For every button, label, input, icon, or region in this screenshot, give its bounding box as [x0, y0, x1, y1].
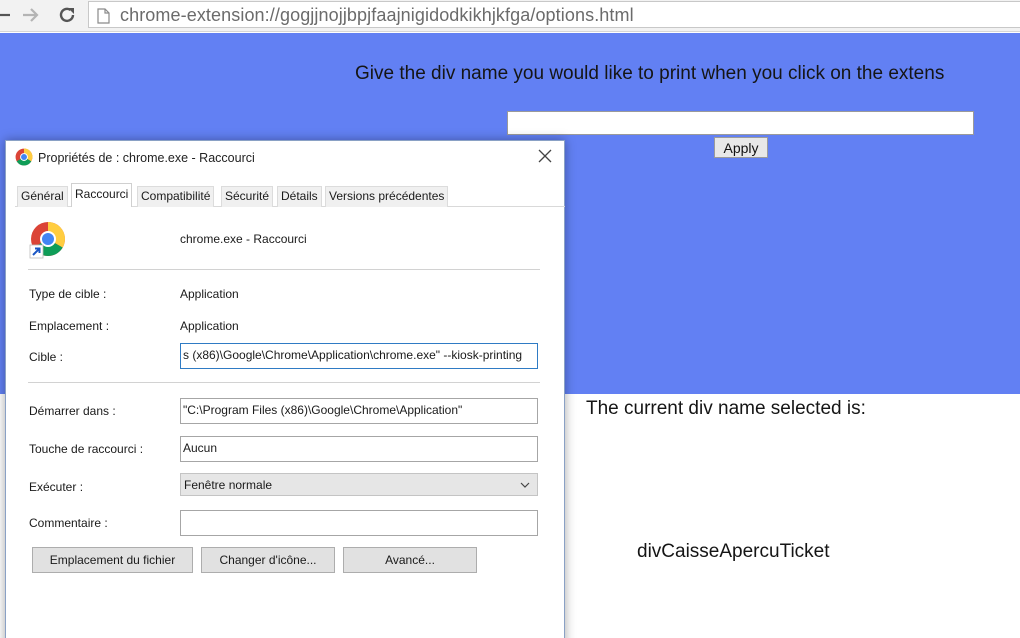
tab-raccourci[interactable]: Raccourci — [71, 183, 133, 208]
change-icon-button[interactable]: Changer d'icône... — [201, 547, 335, 573]
target-type-value: Application — [180, 287, 239, 301]
close-icon[interactable] — [537, 148, 553, 164]
apply-button[interactable]: Apply — [714, 137, 768, 158]
chrome-shortcut-icon — [29, 222, 65, 259]
divider — [28, 382, 540, 383]
location-value: Application — [180, 319, 239, 333]
shortcut-key-field[interactable]: Aucun — [180, 436, 538, 462]
dialog-title: Propriétés de : chrome.exe - Raccourci — [38, 151, 255, 165]
comment-field[interactable] — [180, 510, 538, 536]
forward-icon[interactable] — [20, 4, 42, 26]
div-name-input[interactable] — [507, 111, 974, 135]
current-div-label: The current div name selected is: — [586, 398, 866, 419]
properties-dialog: Propriétés de : chrome.exe - Raccourci G… — [5, 140, 565, 638]
comment-label: Commentaire : — [29, 516, 108, 530]
tab-general[interactable]: Général — [17, 186, 68, 207]
chevron-down-icon — [520, 482, 530, 488]
run-select[interactable]: Fenêtre normale — [180, 473, 538, 496]
url-text: chrome-extension://gogjjnojjbpjfaajnigid… — [120, 5, 634, 25]
chrome-icon — [15, 148, 33, 166]
page-icon — [97, 8, 110, 24]
divider — [28, 269, 540, 270]
browser-toolbar: chrome-extension://gogjjnojjbpjfaajnigid… — [0, 0, 1020, 32]
current-div-value: divCaisseApercuTicket — [637, 541, 830, 562]
open-file-location-button[interactable]: Emplacement du fichier — [32, 547, 193, 573]
location-label: Emplacement : — [29, 319, 110, 333]
target-label: Cible : — [29, 350, 64, 364]
shortcut-key-label: Touche de raccourci : — [29, 442, 144, 456]
options-prompt: Give the div name you would like to prin… — [355, 63, 945, 84]
shortcut-name: chrome.exe - Raccourci — [180, 232, 307, 246]
dialog-tabs: Général Raccourci Compatibilité Sécurité… — [15, 183, 565, 208]
start-in-label: Démarrer dans : — [29, 404, 116, 418]
target-field[interactable]: s (x86)\Google\Chrome\Application\chrome… — [180, 343, 538, 369]
run-label: Exécuter : — [29, 480, 84, 494]
address-bar[interactable]: chrome-extension://gogjjnojjbpjfaajnigid… — [88, 1, 1020, 28]
advanced-button[interactable]: Avancé... — [343, 547, 477, 573]
tab-compatibilite[interactable]: Compatibilité — [137, 186, 215, 207]
start-in-field[interactable]: "C:\Program Files (x86)\Google\Chrome\Ap… — [180, 398, 538, 424]
reload-icon[interactable] — [56, 4, 78, 26]
tab-details[interactable]: Détails — [277, 186, 322, 207]
target-type-label: Type de cible : — [29, 287, 107, 301]
tab-securite[interactable]: Sécurité — [221, 186, 274, 207]
tab-versions-precedentes[interactable]: Versions précédentes — [325, 186, 449, 207]
screen: chrome-extension://gogjjnojjbpjfaajnigid… — [0, 0, 1020, 638]
run-select-value: Fenêtre normale — [184, 478, 273, 492]
back-icon[interactable] — [0, 4, 16, 26]
